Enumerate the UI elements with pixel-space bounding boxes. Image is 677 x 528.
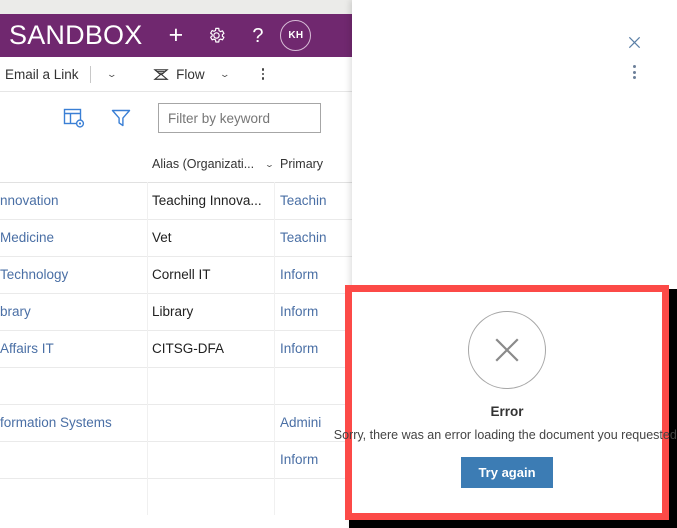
cell-alias: Library bbox=[152, 304, 194, 319]
table-row[interactable]: Medicine Vet Teachin bbox=[0, 219, 352, 257]
help-button[interactable]: ? bbox=[237, 14, 278, 57]
dot bbox=[632, 64, 636, 68]
suite-bar: SANDBOX + ? KH bbox=[0, 14, 352, 57]
screenshot-root: SANDBOX + ? KH Email a Link ⌄ Flow ⌄ Fil… bbox=[0, 0, 677, 528]
table-row[interactable] bbox=[0, 478, 352, 515]
table-row[interactable]: formation Systems Admini bbox=[0, 404, 352, 442]
cell-primary: Teachin bbox=[280, 230, 327, 245]
settings-gear-icon[interactable] bbox=[196, 14, 237, 57]
sharepoint-page: SANDBOX + ? KH Email a Link ⌄ Flow ⌄ Fil… bbox=[0, 0, 352, 528]
column-header-alias[interactable]: Alias (Organizati... ⌄ bbox=[152, 157, 274, 171]
dot bbox=[261, 72, 265, 76]
cell-name: Technology bbox=[0, 267, 69, 282]
flow-icon bbox=[153, 68, 170, 82]
avatar[interactable]: KH bbox=[280, 20, 312, 51]
cell-primary: Inform bbox=[280, 304, 319, 319]
browser-chrome-strip bbox=[0, 0, 352, 14]
table-row[interactable] bbox=[0, 367, 352, 405]
cell-alias: Cornell IT bbox=[152, 267, 211, 282]
column-header-primary-label: Primary bbox=[280, 157, 324, 171]
error-x-circle-icon bbox=[468, 311, 546, 389]
table-row[interactable]: Affairs IT CITSG-DFA Inform bbox=[0, 330, 352, 368]
new-button[interactable]: + bbox=[155, 14, 196, 57]
annotation-box: Error Sorry, there was an error loading … bbox=[334, 285, 677, 520]
table-row[interactable]: brary Library Inform bbox=[0, 293, 352, 331]
cell-name: nnovation bbox=[0, 193, 59, 208]
dot bbox=[261, 77, 265, 80]
email-a-link-button[interactable]: Email a Link bbox=[0, 57, 84, 91]
cell-alias: Vet bbox=[152, 230, 172, 245]
dot bbox=[261, 68, 265, 71]
search-input[interactable] bbox=[158, 103, 321, 133]
chevron-down-icon: ⌄ bbox=[105, 68, 117, 79]
cell-primary: Inform bbox=[280, 341, 319, 356]
error-dialog: Error Sorry, there was an error loading … bbox=[334, 299, 677, 506]
flow-chevron[interactable]: ⌄ bbox=[210, 57, 240, 91]
flow-label: Flow bbox=[176, 66, 205, 82]
chevron-down-icon: ⌄ bbox=[218, 68, 231, 79]
flow-button[interactable]: Flow bbox=[148, 57, 210, 91]
cell-alias: Teaching Innova... bbox=[152, 193, 262, 208]
filter-funnel-icon[interactable] bbox=[110, 107, 132, 129]
command-bar: Email a Link ⌄ Flow ⌄ bbox=[0, 57, 352, 92]
error-dialog-highlight: Error Sorry, there was an error loading … bbox=[334, 285, 677, 528]
cell-primary: Teachin bbox=[280, 193, 327, 208]
cell-name: Affairs IT bbox=[0, 341, 54, 356]
suite-actions: + ? KH bbox=[155, 14, 312, 57]
close-icon[interactable] bbox=[622, 30, 646, 54]
error-message: Sorry, there was an error loading the do… bbox=[333, 428, 677, 442]
site-title: SANDBOX bbox=[9, 20, 143, 50]
table-row[interactable]: Inform bbox=[0, 441, 352, 479]
cell-name: brary bbox=[0, 304, 31, 319]
error-title: Error bbox=[490, 404, 524, 419]
cell-alias: CITSG-DFA bbox=[152, 341, 225, 356]
try-again-button[interactable]: Try again bbox=[461, 457, 553, 488]
email-a-link-chevron[interactable]: ⌄ bbox=[97, 57, 127, 91]
command-overflow-button[interactable] bbox=[251, 57, 275, 91]
command-separator bbox=[89, 65, 91, 83]
more-vertical-icon[interactable] bbox=[622, 60, 646, 84]
email-a-link-label: Email a Link bbox=[5, 66, 79, 82]
dot bbox=[632, 70, 636, 74]
cell-primary: Inform bbox=[280, 267, 319, 282]
chevron-down-icon: ⌄ bbox=[263, 160, 274, 169]
column-header-primary[interactable]: Primary bbox=[280, 157, 323, 171]
column-header-alias-label: Alias (Organizati... bbox=[152, 157, 255, 171]
cell-name: formation Systems bbox=[0, 415, 112, 430]
cell-primary: Inform bbox=[280, 452, 319, 467]
edit-view-icon[interactable] bbox=[62, 107, 86, 129]
dot bbox=[632, 76, 636, 80]
table-row[interactable]: nnovation Teaching Innova... Teachin bbox=[0, 182, 352, 220]
table-header: Alias (Organizati... ⌄ Primary bbox=[0, 150, 352, 183]
table-row[interactable]: Technology Cornell IT Inform bbox=[0, 256, 352, 294]
cell-name: Medicine bbox=[0, 230, 55, 245]
